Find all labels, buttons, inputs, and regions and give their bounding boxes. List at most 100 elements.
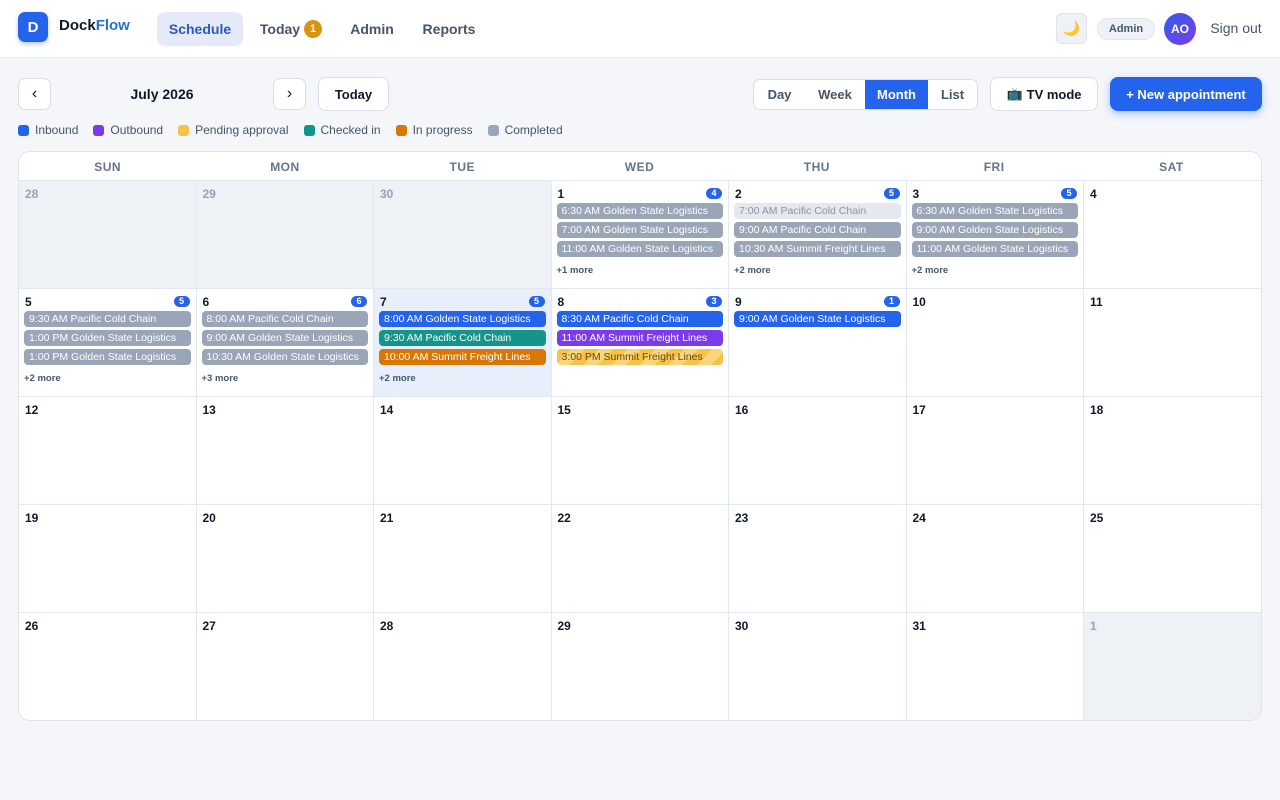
calendar-day-cell[interactable]: 14 xyxy=(374,397,552,505)
calendar-day-cell[interactable]: 8 3 8:30 AM Pacific Cold Chain 11:00 AM Sum… xyxy=(551,289,729,397)
more-appointments-link[interactable]: +2 more xyxy=(24,373,61,384)
more-appointments-link[interactable]: +3 more xyxy=(202,373,239,384)
nav-reports-label: Reports xyxy=(422,21,476,37)
nav-admin[interactable]: Admin xyxy=(340,12,404,46)
month-calendar: SUN MON TUE WED THU FRI SAT 28 29 30 1 4 6:30 AM Go… xyxy=(18,151,1262,721)
calendar-day-cell[interactable]: 2 5 7:00 AM Pacific Cold Chain 9:00 AM Paci… xyxy=(729,181,907,289)
legend-swatch xyxy=(395,124,407,136)
calendar-day-cell[interactable]: 11 xyxy=(1084,289,1261,397)
calendar-day-cell[interactable]: 1 xyxy=(1084,613,1261,720)
calendar-day-cell[interactable]: 13 xyxy=(196,397,374,505)
app-brand: DockFlow xyxy=(59,17,130,34)
calendar-day-cell[interactable]: 10 xyxy=(906,289,1084,397)
calendar-day-cell[interactable]: 28 xyxy=(374,613,552,720)
appointment-chip[interactable]: 1:00 PM Golden State Logistics xyxy=(24,349,191,365)
calendar-day-cell[interactable]: 21 xyxy=(374,505,552,613)
calendar-day-cell[interactable]: 29 xyxy=(551,613,729,720)
legend-swatch xyxy=(18,124,29,136)
tv-mode-button[interactable]: 📺 TV mode xyxy=(990,77,1098,111)
nav-reports[interactable]: Reports xyxy=(414,12,484,46)
view-list-button[interactable]: List xyxy=(928,80,977,109)
day-number: 28 xyxy=(380,619,394,633)
appointment-chip[interactable]: 6:30 AM Golden State Logistics xyxy=(911,203,1078,219)
calendar-day-cell[interactable]: 7 5 8:00 AM Golden State Logistics 9:30 AM … xyxy=(374,289,552,397)
appointment-chip[interactable]: 10:00 AM Summit Freight Lines xyxy=(379,349,546,365)
appointment-chip[interactable]: 7:00 AM Pacific Cold Chain xyxy=(734,203,901,219)
appointment-chip[interactable]: 8:00 AM Pacific Cold Chain xyxy=(201,311,368,327)
next-month-button[interactable]: › xyxy=(273,78,306,110)
more-appointments-link[interactable]: +1 more xyxy=(557,265,594,276)
weekday-label: THU xyxy=(803,159,830,174)
sign-out-link[interactable]: Sign out xyxy=(1205,20,1267,36)
calendar-day-cell[interactable]: 1 4 6:30 AM Golden State Logistics 7:00 AM … xyxy=(551,181,729,289)
calendar-day-cell[interactable]: 19 xyxy=(19,505,197,613)
calendar-day-cell[interactable]: 15 xyxy=(551,397,729,505)
appointment-chip[interactable]: 9:00 AM Pacific Cold Chain xyxy=(734,222,901,238)
calendar-day-cell[interactable]: 29 xyxy=(196,181,374,289)
nav-today[interactable]: Today 1 xyxy=(253,12,329,46)
calendar-day-cell[interactable]: 28 xyxy=(19,181,197,289)
day-events: 6:30 AM Golden State Logistics 9:00 AM Go… xyxy=(911,203,1078,278)
calendar-day-cell[interactable]: 5 5 9:30 AM Pacific Cold Chain 1:00 PM Gold… xyxy=(19,289,197,397)
today-button[interactable]: Today xyxy=(318,77,389,111)
top-nav-bar: D DockFlow Schedule Today 1 Admin Reports… xyxy=(0,0,1280,58)
day-number: 10 xyxy=(912,295,926,309)
view-month-button[interactable]: Month xyxy=(865,80,928,109)
appointment-chip[interactable]: 10:30 AM Summit Freight Lines xyxy=(734,241,901,257)
appointment-chip[interactable]: 9:00 AM Golden State Logistics xyxy=(734,311,901,327)
day-events: 8:30 AM Pacific Cold Chain 11:00 AM Summi… xyxy=(556,311,723,368)
appointment-chip[interactable]: 9:30 AM Pacific Cold Chain xyxy=(379,330,546,346)
theme-toggle-button[interactable]: 🌙 xyxy=(1056,13,1087,44)
appointment-chip[interactable]: 7:00 AM Golden State Logistics xyxy=(556,222,723,238)
calendar-day-cell[interactable]: 31 xyxy=(906,613,1084,720)
more-appointments-link[interactable]: +2 more xyxy=(734,265,771,276)
appointment-chip[interactable]: 8:30 AM Pacific Cold Chain xyxy=(556,311,723,327)
legend-swatch xyxy=(93,124,105,136)
calendar-day-cell[interactable]: 30 xyxy=(729,613,907,720)
calendar-day-cell[interactable]: 12 xyxy=(19,397,197,505)
nav-schedule[interactable]: Schedule xyxy=(157,12,243,46)
calendar-day-cell[interactable]: 18 xyxy=(1084,397,1261,505)
calendar-day-cell[interactable]: 20 xyxy=(196,505,374,613)
view-day-button[interactable]: Day xyxy=(754,80,805,109)
calendar-day-cell[interactable]: 16 xyxy=(729,397,907,505)
day-number: 19 xyxy=(25,511,39,525)
calendar-day-cell[interactable]: 9 1 9:00 AM Golden State Logistics xyxy=(729,289,907,397)
calendar-day-cell[interactable]: 27 xyxy=(196,613,374,720)
more-appointments-link[interactable]: +2 more xyxy=(912,265,949,276)
appointment-chip[interactable]: 3:00 PM Summit Freight Lines xyxy=(556,349,723,365)
nav-schedule-label: Schedule xyxy=(168,21,232,37)
appointment-chip[interactable]: 10:30 AM Golden State Logistics xyxy=(201,349,368,365)
appointment-chip[interactable]: 1:00 PM Golden State Logistics xyxy=(24,330,191,346)
calendar-day-cell[interactable]: 23 xyxy=(729,505,907,613)
calendar-day-cell[interactable]: 17 xyxy=(906,397,1084,505)
appointment-chip[interactable]: 9:00 AM Golden State Logistics xyxy=(201,330,368,346)
day-number: 29 xyxy=(202,187,216,201)
more-appointments-link[interactable]: +2 more xyxy=(379,373,416,384)
calendar-day-cell[interactable]: 3 5 6:30 AM Golden State Logistics 9:00 AM … xyxy=(906,181,1084,289)
calendar-day-cell[interactable]: 6 6 8:00 AM Pacific Cold Chain 9:00 AM Gold… xyxy=(196,289,374,397)
status-legend: Inbound Outbound Pending approval Checked i… xyxy=(18,123,578,137)
appointment-chip[interactable]: 11:00 AM Golden State Logistics xyxy=(911,241,1078,257)
user-avatar[interactable]: AO xyxy=(1164,13,1196,45)
appointment-chip[interactable]: 8:00 AM Golden State Logistics xyxy=(379,311,546,327)
app-logo[interactable]: D xyxy=(18,12,48,42)
appointment-chip[interactable]: 9:30 AM Pacific Cold Chain xyxy=(24,311,191,327)
appointment-count-badge: 5 xyxy=(528,296,545,307)
new-appointment-button[interactable]: + New appointment xyxy=(1110,77,1262,111)
calendar-day-cell[interactable]: 30 xyxy=(374,181,552,289)
calendar-day-cell[interactable]: 22 xyxy=(551,505,729,613)
day-events: 7:00 AM Pacific Cold Chain 9:00 AM Pacifi… xyxy=(734,203,901,278)
appointment-chip[interactable]: 9:00 AM Golden State Logistics xyxy=(911,222,1078,238)
appointment-chip[interactable]: 11:00 AM Golden State Logistics xyxy=(556,241,723,257)
calendar-day-cell[interactable]: 26 xyxy=(19,613,197,720)
appointment-chip[interactable]: 6:30 AM Golden State Logistics xyxy=(556,203,723,219)
view-week-button[interactable]: Week xyxy=(805,80,865,109)
appointment-count-badge: 4 xyxy=(706,188,722,199)
calendar-day-cell[interactable]: 24 xyxy=(906,505,1084,613)
calendar-day-cell[interactable]: 25 xyxy=(1084,505,1261,613)
appointment-chip[interactable]: 11:00 AM Summit Freight Lines xyxy=(556,330,723,346)
calendar-day-cell[interactable]: 4 xyxy=(1084,181,1261,289)
day-number: 13 xyxy=(202,403,216,417)
prev-month-button[interactable]: ‹ xyxy=(18,78,51,110)
